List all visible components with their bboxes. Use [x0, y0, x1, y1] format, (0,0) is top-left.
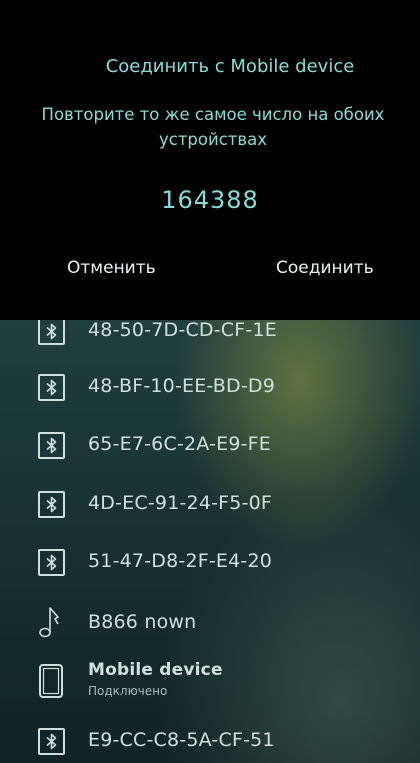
device-name: 48-BF-10-EE-BD-D9	[88, 375, 276, 397]
device-name: 65-E7-6C-2A-E9-FE	[88, 433, 272, 455]
bluetooth-icon	[36, 316, 66, 346]
list-item[interactable]: 48-BF-10-EE-BD-D9	[0, 372, 420, 402]
screen: 48-50-7D-CD-CF-1E 48-BF-10-EE-BD-D9 65-E…	[0, 0, 420, 763]
dialog-message: Повторите то же самое число на обоих уст…	[41, 105, 385, 149]
list-item[interactable]: B866 nown	[0, 605, 420, 639]
list-item[interactable]: 4D-EC-91-24-F5-0F	[0, 489, 420, 519]
device-name: B866 nown	[88, 611, 197, 633]
bluetooth-icon	[36, 547, 66, 577]
list-item[interactable]: 48-50-7D-CD-CF-1E	[0, 316, 420, 346]
bluetooth-icon	[36, 372, 66, 402]
list-item[interactable]: 65-E7-6C-2A-E9-FE	[0, 430, 420, 460]
connect-button[interactable]: Соединить	[276, 258, 374, 278]
list-item[interactable]: E9-CC-C8-5A-CF-51	[0, 726, 420, 756]
device-name: 4D-EC-91-24-F5-0F	[88, 492, 273, 514]
bluetooth-icon	[36, 430, 66, 460]
list-item[interactable]: Mobile device Подключено	[0, 660, 420, 702]
list-item[interactable]: 51-47-D8-2F-E4-20	[0, 547, 420, 577]
device-name: Mobile device	[88, 660, 223, 680]
phone-icon	[36, 660, 66, 702]
device-name: 51-47-D8-2F-E4-20	[88, 550, 273, 572]
pairing-code: 164388	[161, 186, 259, 214]
dialog-title: Соединить с Mobile device	[105, 56, 355, 77]
cancel-button[interactable]: Отменить	[67, 258, 156, 278]
device-name: E9-CC-C8-5A-CF-51	[88, 729, 275, 751]
pairing-dialog: Соединить с Mobile device Повторите то ж…	[0, 0, 420, 320]
device-status: Подключено	[88, 684, 168, 698]
device-name: 48-50-7D-CD-CF-1E	[88, 319, 277, 341]
bluetooth-icon	[36, 726, 66, 756]
bluetooth-icon	[36, 489, 66, 519]
music-note-icon	[36, 605, 66, 639]
